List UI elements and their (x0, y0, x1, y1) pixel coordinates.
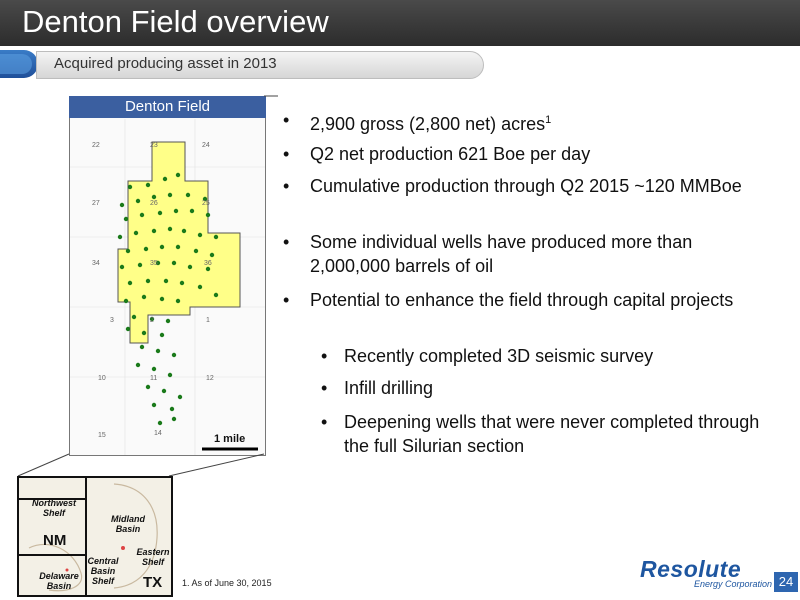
resolute-logo-tagline: Energy Corporation (694, 579, 773, 589)
bullet-dot-icon: • (321, 378, 328, 398)
bullet-dot-icon: • (283, 176, 290, 196)
bullet-dot-icon: • (283, 232, 290, 252)
sub-bullet-text: Deepening wells that were never complete… (344, 412, 760, 456)
bullet-dot-icon: • (283, 144, 290, 164)
bullet-text: Some individual wells have produced more… (310, 232, 693, 276)
label-nm: NM (43, 532, 67, 549)
bullet-text: Potential to enhance the field through c… (310, 290, 734, 310)
label-eastern-shelf: Eastern Shelf (136, 547, 170, 567)
inset-divider (19, 554, 87, 556)
bullet-dot-icon: • (321, 346, 328, 366)
bullet-dot-icon: • (321, 412, 328, 432)
bullet-text: Q2 net production 621 Boe per day (310, 144, 591, 164)
regional-inset-map: Northwest Shelf NM Midland Basin Eastern… (17, 476, 173, 597)
bullet-dot-icon: • (283, 110, 290, 130)
bullet-dot-icon: • (283, 290, 290, 310)
label-tx: TX (143, 574, 163, 591)
bullet-text: 2,900 gross (2,800 net) acres (310, 114, 546, 134)
footnote-ref: 1 (545, 114, 552, 126)
bullet-text: Cumulative production through Q2 2015 ~1… (310, 176, 742, 196)
label-delaware-basin: Delaware Basin (39, 571, 79, 591)
label-midland-basin: Midland Basin (111, 514, 145, 534)
label-northwest-shelf: Northwest Shelf (31, 498, 76, 518)
sub-bullet-text: Recently completed 3D seismic survey (344, 346, 654, 366)
sub-bullet-text: Infill drilling (344, 378, 434, 398)
label-central-basin-shelf: Central Basin Shelf (87, 556, 119, 586)
footnote: 1. As of June 30, 2015 (182, 578, 272, 588)
page-number: 24 (774, 572, 798, 592)
